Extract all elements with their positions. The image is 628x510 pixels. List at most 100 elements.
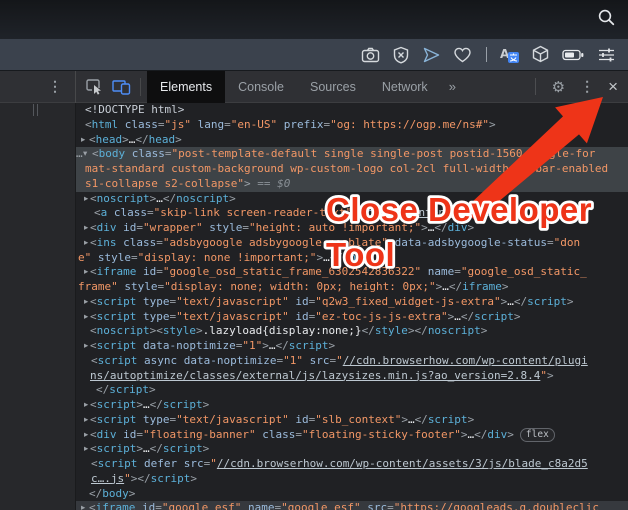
- code-row[interactable]: ▸<head>…</head>: [76, 133, 628, 148]
- tab-console[interactable]: Console: [225, 71, 297, 103]
- code-row[interactable]: e" style="display: none !important;">…</…: [76, 251, 628, 266]
- code-row[interactable]: <script async data-noptimize="1" src="//…: [76, 354, 628, 369]
- code-token: class: [125, 147, 165, 160]
- shield-x-icon[interactable]: [392, 46, 410, 64]
- code-token: </: [135, 133, 148, 146]
- expand-arrow-icon[interactable]: ▸: [84, 221, 88, 236]
- code-token: <: [90, 221, 97, 234]
- extension-toolbar: A: [0, 39, 628, 71]
- tab-elements[interactable]: Elements: [147, 71, 225, 103]
- code-row[interactable]: ▸<script>…</script>: [76, 442, 628, 457]
- device-toolbar-icon[interactable]: [112, 78, 131, 95]
- code-token: data-adsbygoogle-status: [388, 236, 547, 249]
- code-token: script: [97, 339, 137, 352]
- code-token: <: [91, 354, 98, 367]
- code-token: >: [136, 398, 143, 411]
- code-row[interactable]: ▸<iframe id="google_osd_static_frame_630…: [76, 265, 628, 280]
- dom-tree: <!DOCTYPE html><html class="js" lang="en…: [76, 103, 628, 510]
- code-row[interactable]: </body>: [76, 487, 628, 502]
- expand-arrow-icon[interactable]: ▸: [84, 398, 88, 413]
- code-token: >: [458, 206, 465, 219]
- tune-icon[interactable]: [597, 46, 616, 64]
- code-token: =: [165, 147, 172, 160]
- code-token: ></: [408, 324, 428, 337]
- expand-arrow-icon[interactable]: ▸: [81, 133, 85, 148]
- code-token: async data-noptimize: [137, 354, 276, 367]
- code-token: =: [242, 221, 249, 234]
- code-token: type: [136, 295, 169, 308]
- code-token: >: [491, 206, 498, 219]
- expand-arrow-icon[interactable]: ▸: [84, 339, 88, 354]
- code-row[interactable]: mat-standard custom-background wp-custom…: [76, 162, 628, 177]
- code-row[interactable]: s1-collapse s2-collapse"> == $0: [76, 177, 628, 192]
- expand-arrow-icon[interactable]: ▸: [84, 310, 88, 325]
- code-row[interactable]: ▸<script>…</script>: [76, 398, 628, 413]
- code-row[interactable]: <a class="skip-link screen-reader-text" …: [76, 206, 628, 221]
- code-row[interactable]: </script>: [76, 383, 628, 398]
- code-row[interactable]: …▾<body class="post-template-default sin…: [76, 147, 628, 162]
- code-token: "#content": [392, 206, 458, 219]
- inspect-element-icon[interactable]: [85, 78, 103, 95]
- code-token: <: [90, 295, 97, 308]
- code-row[interactable]: <script defer src="//cdn.browserhow.com/…: [76, 457, 628, 472]
- code-row[interactable]: <html class="js" lang="en-US" prefix="og…: [76, 118, 628, 133]
- send-icon[interactable]: [422, 46, 441, 64]
- tab-network[interactable]: Network: [369, 71, 441, 103]
- camera-icon[interactable]: [361, 46, 380, 64]
- close-devtools-button[interactable]: ×: [602, 77, 628, 97]
- heart-icon[interactable]: [453, 46, 472, 64]
- expand-arrow-icon[interactable]: ▸: [84, 295, 88, 310]
- code-token: =: [156, 236, 163, 249]
- code-token: style: [375, 324, 408, 337]
- search-icon[interactable]: [597, 8, 615, 31]
- more-tabs-icon[interactable]: »: [441, 79, 464, 94]
- code-token: >: [129, 487, 136, 500]
- code-row[interactable]: ▸<ins class="adsbygoogle adsbygoogle-noa…: [76, 236, 628, 251]
- settings-gear-icon[interactable]: ⚙: [545, 78, 572, 96]
- code-token: script: [163, 442, 203, 455]
- code-row[interactable]: <!DOCTYPE html>: [76, 103, 628, 118]
- expand-arrow-icon[interactable]: ▸: [84, 265, 88, 280]
- tab-sources[interactable]: Sources: [297, 71, 369, 103]
- code-token: defer src: [137, 457, 203, 470]
- code-row[interactable]: ▸<div id="wrapper" style="height: auto !…: [76, 221, 628, 236]
- code-row[interactable]: ▸<iframe id="google_esf" name="google_es…: [76, 501, 628, 510]
- code-token: "og: https://ogp.me/ns#": [330, 118, 489, 131]
- expand-arrow-icon[interactable]: ▸: [81, 501, 85, 510]
- code-token: …: [408, 413, 415, 426]
- code-row[interactable]: ▸<script data-noptimize="1">…</script>: [76, 339, 628, 354]
- cube-icon[interactable]: [531, 45, 550, 64]
- expand-arrow-icon[interactable]: ▸: [84, 413, 88, 428]
- menu-dots-icon[interactable]: ⋮: [572, 78, 602, 95]
- expand-arrow-icon[interactable]: ▸: [84, 428, 88, 443]
- toolbar-divider: [140, 78, 141, 96]
- code-token: >: [507, 428, 514, 441]
- code-row[interactable]: frame" style="display: none; width: 0px;…: [76, 280, 628, 295]
- hidden-elements-ellipsis[interactable]: …: [76, 147, 83, 162]
- code-token: "js": [165, 118, 192, 131]
- page-menu-icon[interactable]: ⋮: [0, 71, 76, 103]
- code-row[interactable]: ns/autoptimize/classes/external/js/lazys…: [76, 369, 628, 384]
- battery-icon[interactable]: [562, 46, 585, 64]
- code-row[interactable]: c….js"></script>: [76, 472, 628, 487]
- expand-arrow-icon[interactable]: ▸: [84, 442, 88, 457]
- code-row[interactable]: ▸<script type="text/javascript" id="q2w3…: [76, 295, 628, 310]
- code-token: >: [514, 310, 521, 323]
- collapse-arrow-icon[interactable]: ▾: [83, 147, 87, 162]
- code-token: "floating-banner": [143, 428, 256, 441]
- code-row[interactable]: <noscript><style>.lazyload{display:none;…: [76, 324, 628, 339]
- translate-icon[interactable]: A: [499, 45, 519, 64]
- code-token: ins: [97, 236, 117, 249]
- code-row[interactable]: ▸<div id="floating-banner" class="floati…: [76, 428, 628, 443]
- code-token: "floating-sticky-footer": [302, 428, 461, 441]
- code-token: </: [150, 442, 163, 455]
- code-row[interactable]: ▸<noscript>…</noscript>: [76, 192, 628, 207]
- code-token: >: [567, 295, 574, 308]
- flex-badge[interactable]: flex: [520, 428, 555, 442]
- expand-arrow-icon[interactable]: ▸: [84, 192, 88, 207]
- code-token: =: [387, 501, 394, 510]
- code-row[interactable]: ▸<script type="text/javascript" id="ez-t…: [76, 310, 628, 325]
- code-row[interactable]: ▸<script type="text/javascript" id="slb_…: [76, 413, 628, 428]
- expand-arrow-icon[interactable]: ▸: [84, 236, 88, 251]
- code-token: script: [474, 310, 514, 323]
